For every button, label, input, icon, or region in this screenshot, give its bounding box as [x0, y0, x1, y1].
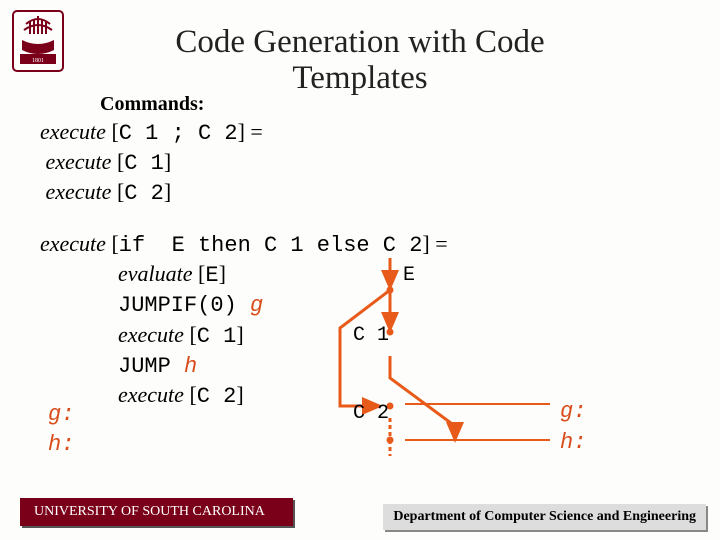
label-h-left: h:: [48, 430, 74, 460]
footer-university: UNIVERSITY OF SOUTH CAROLINA: [20, 498, 293, 526]
seq-rule-line3: execute [C 2]: [40, 178, 680, 208]
title-line-2: Templates: [292, 60, 427, 96]
seq-rule-line1: execute [C 1 ; C 2] =: [40, 118, 680, 148]
commands-heading: Commands:: [100, 92, 680, 118]
labels-right: g: h:: [560, 397, 586, 459]
control-flow-diagram: E C 1 C 2: [335, 258, 565, 458]
footer-department: Department of Computer Science and Engin…: [383, 504, 706, 530]
if-rule-line1: execute [if E then C 1 else C 2] =: [40, 230, 680, 260]
label-h-right: h:: [560, 428, 586, 459]
label-g-right: g:: [560, 397, 586, 428]
seq-rule-line2: execute [C 1]: [40, 148, 680, 178]
label-g-left: g:: [48, 400, 74, 430]
diagram-label-E: E: [403, 264, 415, 287]
slide-title: Code Generation with Code Templates: [0, 24, 720, 97]
labels-left: g: h:: [48, 400, 74, 459]
diagram-label-C1: C 1: [353, 324, 389, 347]
title-line-1: Code Generation with Code: [175, 24, 544, 60]
diagram-label-C2: C 2: [353, 402, 389, 425]
